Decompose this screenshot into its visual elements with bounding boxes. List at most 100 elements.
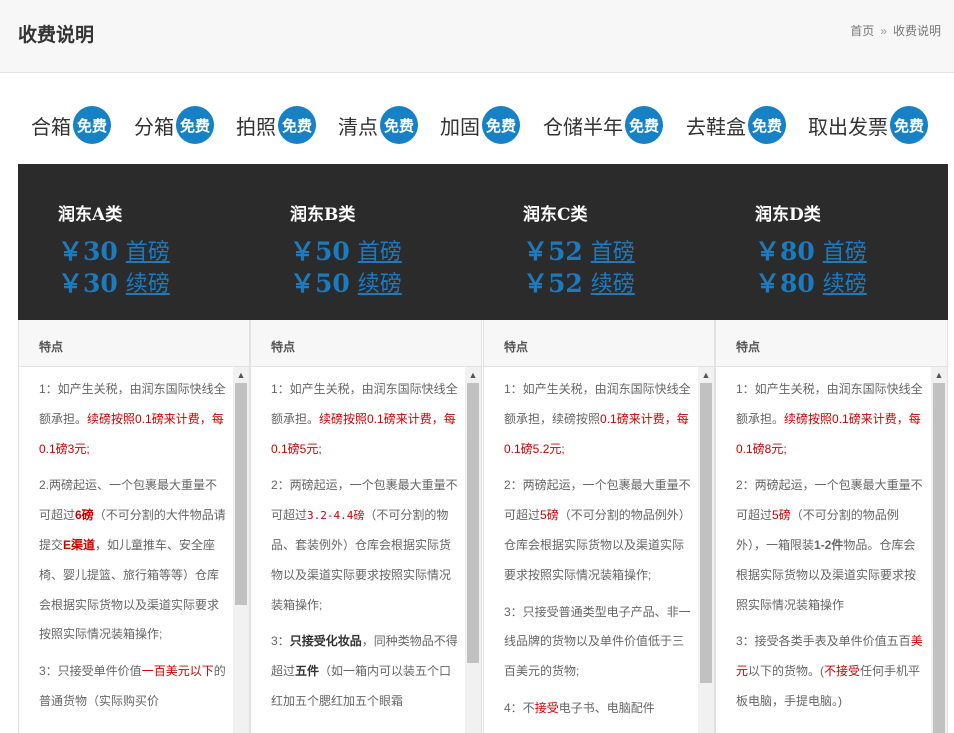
page-title: 收费说明 (18, 25, 95, 46)
features-column-b: 特点 1：如产生关税，由润东国际快线全额承担。续磅按照0.1磅来计费，每0.1磅… (250, 320, 482, 733)
continued-pound-row: ￥52 续磅 (523, 266, 635, 298)
free-badge: 免费 (748, 106, 786, 144)
continued-pound-link[interactable]: 续磅 (591, 266, 635, 298)
continued-pound-row: ￥30 续磅 (58, 266, 170, 298)
feature-highlight: E渠道 (63, 537, 96, 552)
features-heading: 特点 (484, 320, 714, 367)
continued-pound-price: ￥52 (523, 269, 583, 298)
continued-pound-row: ￥50 续磅 (290, 266, 402, 298)
plan-c: 润东C类 ￥52 首磅 ￥52 续磅 (483, 164, 715, 320)
feature-text: 以下的货物。( (748, 664, 825, 679)
feature-text: 3：只接受普通类型电子产品、非一线品牌的货物以及单件价值低于三百美元的货物; (504, 604, 691, 679)
free-badge: 免费 (176, 106, 214, 144)
service-name: 加固 (440, 114, 480, 139)
service-name: 拍照 (236, 114, 276, 139)
feature-highlight: 5磅 (540, 508, 559, 523)
first-pound-row: ￥30 首磅 (58, 234, 170, 266)
breadcrumb-home-link[interactable]: 首页 (850, 24, 874, 38)
scrollbar[interactable]: ▲ (931, 367, 947, 733)
feature-highlight: 一百美元以下 (141, 664, 214, 679)
service-item: 分箱 免费 (134, 102, 214, 148)
scroll-up-icon[interactable]: ▲ (233, 369, 249, 381)
feature-text: 3：只接受单件价值 (39, 664, 142, 679)
plan-name: 润东D类 (755, 205, 821, 225)
feature-item: 2.两磅起运、一个包裹最大重量不可超过6磅（不可分割的大件物品请提交E渠道，如儿… (39, 471, 227, 650)
feature-item: 2：两磅起运，一个包裹最大重量不可超过3.2-4.4磅（不可分割的物品、套装例外… (271, 471, 459, 620)
service-item: 拍照 免费 (236, 102, 316, 148)
continued-pound-link[interactable]: 续磅 (823, 266, 867, 298)
free-services-bar: 合箱 免费 分箱 免费 拍照 免费 清点 免费 加固 免费 仓储半年 免费 去鞋盒 免费 取出… (0, 102, 954, 148)
first-pound-link[interactable]: 首磅 (126, 234, 170, 266)
continued-pound-price: ￥50 (290, 269, 350, 298)
plan-d: 润东D类 ￥80 首磅 ￥80 续磅 (715, 164, 947, 320)
scrollbar-thumb[interactable] (700, 383, 712, 683)
plan-b: 润东B类 ￥50 首磅 ￥50 续磅 (250, 164, 482, 320)
service-item: 仓储半年 免费 (543, 102, 663, 148)
features-text: 1：如产生关税，由润东国际快线全额承担。续磅按照0.1磅来计费，每0.1磅3元;… (19, 367, 233, 733)
first-pound-price: ￥52 (523, 237, 583, 266)
feature-text: （不可分割的物品、套装例外）仓库会根据实际货物以及渠道实际要求按照实际情况装箱操… (271, 508, 452, 612)
feature-emphasis: 只接受化妆品 (289, 634, 362, 649)
breadcrumb-separator: » (880, 24, 887, 38)
scrollbar[interactable]: ▲ (465, 367, 481, 733)
free-badge: 免费 (73, 106, 111, 144)
feature-item: 2：两磅起运，一个包裹最大重量不可超过5磅（不可分割的物品例外）仓库会根据实际货… (504, 471, 692, 590)
feature-item: 3：只接受化妆品，同种类物品不得超过五件（如一箱内可以装五个口红加五个腮红加五个… (271, 627, 459, 716)
first-pound-link[interactable]: 首磅 (591, 234, 635, 266)
feature-highlight: 3.2-4.4磅 (307, 509, 365, 523)
scroll-up-icon[interactable]: ▲ (931, 369, 947, 381)
continued-pound-link[interactable]: 续磅 (358, 266, 402, 298)
feature-item: 1：如产生关税，由润东国际快线全额承担，续磅按照0.1磅来计费，每0.1磅5.2… (504, 375, 692, 464)
first-pound-link[interactable]: 首磅 (823, 234, 867, 266)
feature-item: 1：如产生关税，由润东国际快线全额承担。续磅按照0.1磅来计费，每0.1磅5元; (271, 375, 459, 464)
continued-pound-price: ￥80 (755, 269, 815, 298)
scrollbar-thumb[interactable] (235, 383, 247, 605)
scroll-up-icon[interactable]: ▲ (698, 369, 714, 381)
first-pound-link[interactable]: 首磅 (358, 234, 402, 266)
first-pound-price: ￥30 (58, 237, 118, 266)
service-item: 清点 免费 (338, 102, 418, 148)
service-item: 合箱 免费 (31, 102, 111, 148)
free-badge: 免费 (890, 106, 928, 144)
features-text: 1：如产生关税，由润东国际快线全额承担。续磅按照0.1磅来计费，每0.1磅5元;… (251, 367, 465, 733)
continued-pound-price: ￥30 (58, 269, 118, 298)
feature-highlight: 6磅 (75, 508, 94, 523)
breadcrumb-current: 收费说明 (892, 24, 941, 38)
scrollbar-thumb[interactable] (933, 383, 945, 733)
features-text: 1：如产生关税，由润东国际快线全额承担。续磅按照0.1磅来计费，每0.1磅8元;… (716, 367, 930, 733)
feature-item: 3：接受各类手表及单件价值五百美元以下的货物。(不接受任何手机平板电脑，手提电脑… (736, 627, 924, 716)
first-pound-row: ￥52 首磅 (523, 234, 635, 266)
page-header: 收费说明 首页 » 收费说明 (0, 0, 954, 73)
feature-text: ，如儿童推车、安全座椅、婴儿提篮、旅行箱等等）仓库会根据实际货物以及渠道实际要求… (39, 537, 220, 642)
breadcrumb: 首页 » 收费说明 (850, 22, 941, 39)
scrollbar-thumb[interactable] (467, 383, 479, 663)
first-pound-row: ￥50 首磅 (290, 234, 402, 266)
service-item: 去鞋盒 免费 (686, 102, 786, 148)
feature-emphasis: 1-2件 (814, 537, 844, 552)
feature-item: 3：只接受单件价值一百美元以下的普通货物（实际购买价 (39, 657, 227, 717)
continued-pound-link[interactable]: 续磅 (126, 266, 170, 298)
pricing-band: 润东A类 ￥30 首磅 ￥30 续磅 润东B类 ￥50 首磅 ￥50 续磅 润东C类 ￥… (18, 164, 948, 320)
scrollbar[interactable]: ▲ (698, 367, 714, 733)
scroll-up-icon[interactable]: ▲ (465, 369, 481, 381)
continued-pound-row: ￥80 续磅 (755, 266, 867, 298)
feature-item: 4：不接受电子书、电脑配件 (504, 694, 692, 724)
service-name: 去鞋盒 (686, 114, 746, 139)
feature-text: 电子书、电脑配件 (558, 700, 655, 715)
free-badge: 免费 (482, 106, 520, 144)
service-item: 取出发票 免费 (808, 102, 928, 148)
free-badge: 免费 (278, 106, 316, 144)
first-pound-price: ￥80 (755, 237, 815, 266)
scrollbar[interactable]: ▲ (233, 367, 249, 733)
feature-emphasis: 五件 (295, 664, 320, 679)
feature-item: 1：如产生关税，由润东国际快线全额承担。续磅按照0.1磅来计费，每0.1磅3元; (39, 375, 227, 464)
feature-item: 2：两磅起运，一个包裹最大重量不可超过5磅（不可分割的物品例外），一箱限装1-2… (736, 471, 924, 620)
first-pound-row: ￥80 首磅 (755, 234, 867, 266)
feature-highlight: 不接受 (824, 664, 861, 679)
feature-highlight: 5磅 (772, 508, 791, 523)
service-name: 分箱 (134, 114, 174, 139)
feature-item: 1：如产生关税，由润东国际快线全额承担。续磅按照0.1磅来计费，每0.1磅8元; (736, 375, 924, 464)
features-heading: 特点 (251, 320, 481, 367)
features-heading: 特点 (716, 320, 947, 367)
features-column-c: 特点 1：如产生关税，由润东国际快线全额承担，续磅按照0.1磅来计费，每0.1磅… (483, 320, 715, 733)
